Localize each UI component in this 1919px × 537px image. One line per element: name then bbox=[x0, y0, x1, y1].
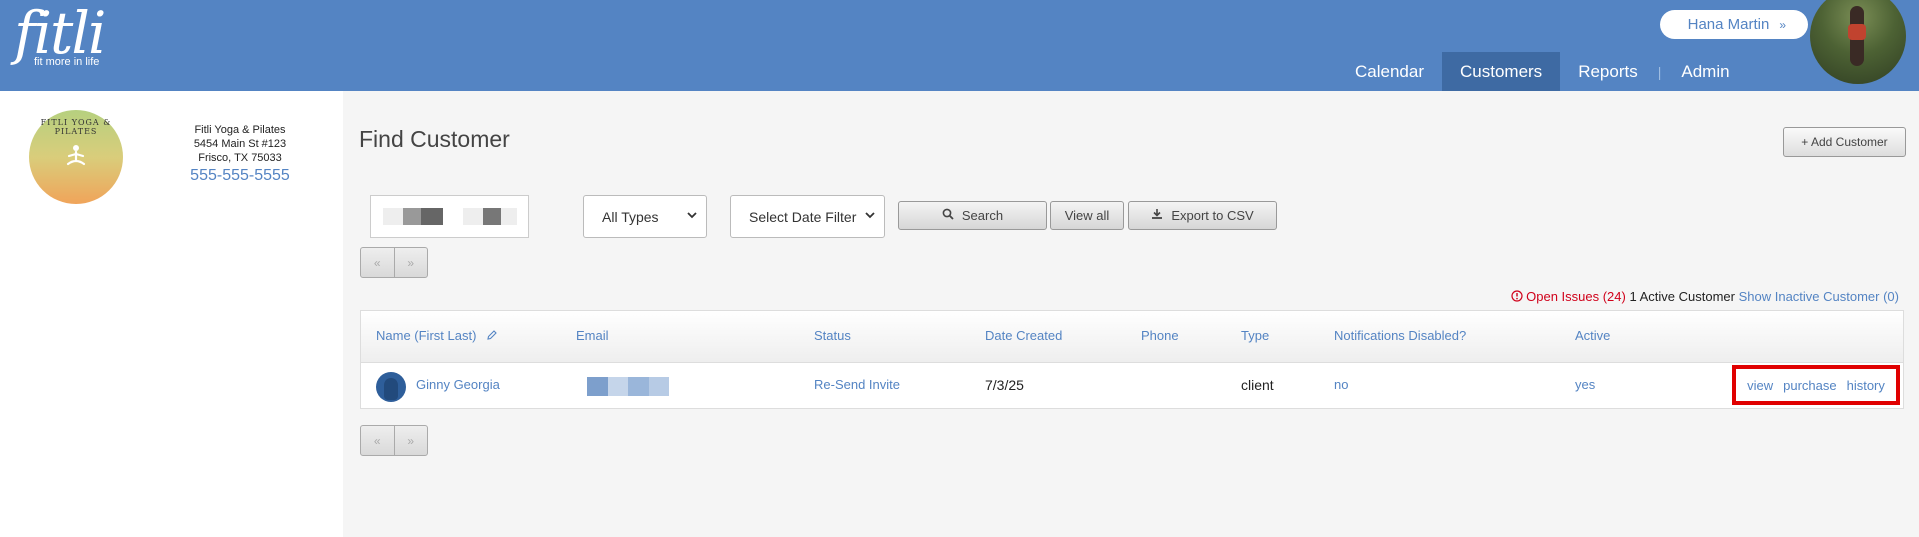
chevron-down-icon bbox=[686, 209, 698, 224]
resend-invite-link[interactable]: Re-Send Invite bbox=[814, 377, 900, 392]
customer-type: client bbox=[1241, 377, 1274, 393]
main-nav: Calendar Customers Reports | Admin bbox=[1337, 52, 1748, 91]
table-row: Ginny Georgia Re-Send Invite 7/3/25 clie… bbox=[360, 363, 1904, 409]
studio-address-line2: Frisco, TX 75033 bbox=[198, 152, 282, 164]
customer-notifications-disabled: no bbox=[1334, 377, 1349, 392]
active-customer-count: 1 Active Customer bbox=[1629, 289, 1735, 304]
export-button-label: Export to CSV bbox=[1171, 208, 1254, 223]
redacted-block bbox=[383, 208, 403, 225]
history-link[interactable]: history bbox=[1847, 378, 1885, 393]
open-issues-link[interactable]: Open Issues (24) bbox=[1526, 289, 1626, 304]
alert-circle-icon bbox=[1510, 289, 1527, 304]
nav-tab-reports[interactable]: Reports bbox=[1560, 52, 1656, 91]
column-header-status[interactable]: Status bbox=[814, 328, 851, 343]
user-name: Hana Martin bbox=[1687, 16, 1770, 33]
logo-tagline: fit more in life bbox=[34, 56, 100, 68]
column-header-name[interactable]: Name (First Last) bbox=[376, 328, 498, 343]
redacted-block bbox=[421, 208, 443, 225]
studio-address-line1: 5454 Main St #123 bbox=[193, 138, 287, 150]
download-icon bbox=[1151, 208, 1163, 223]
redacted-block bbox=[501, 208, 517, 225]
pencil-icon[interactable] bbox=[480, 328, 498, 343]
avatar-figure-top bbox=[1848, 24, 1866, 40]
search-button[interactable]: Search bbox=[898, 201, 1047, 230]
date-filter-value: Select Date Filter bbox=[749, 208, 857, 225]
customer-email-redacted bbox=[587, 377, 669, 396]
chevron-down-icon: » bbox=[1779, 17, 1786, 32]
view-all-button[interactable]: View all bbox=[1050, 201, 1124, 230]
search-button-label: Search bbox=[961, 208, 1004, 223]
column-header-phone[interactable]: Phone bbox=[1141, 328, 1179, 343]
pager-top: « » bbox=[360, 247, 428, 278]
purchase-link[interactable]: purchase bbox=[1783, 378, 1836, 393]
pager-next-button[interactable]: » bbox=[395, 426, 428, 455]
view-customer-link[interactable]: view bbox=[1747, 378, 1773, 393]
pager-prev-button[interactable]: « bbox=[361, 426, 395, 455]
column-header-date-created[interactable]: Date Created bbox=[985, 328, 1062, 343]
customer-summary: Open Issues (24) 1 Active Customer Show … bbox=[1510, 289, 1899, 304]
studio-phone[interactable]: 555-555-5555 bbox=[160, 168, 320, 184]
nav-tab-customers[interactable]: Customers bbox=[1442, 52, 1561, 91]
customer-avatar bbox=[376, 372, 406, 402]
customer-active: yes bbox=[1575, 377, 1596, 392]
column-header-notifications[interactable]: Notifications Disabled? bbox=[1334, 328, 1466, 343]
search-icon bbox=[942, 208, 954, 223]
pager-prev-button[interactable]: « bbox=[361, 248, 395, 277]
studio-logo-text: FITLI YOGA & PILATES bbox=[40, 118, 112, 136]
main-panel: Find Customer + Add Customer All Types S… bbox=[343, 91, 1919, 537]
studio-name: Fitli Yoga & Pilates bbox=[194, 124, 286, 136]
column-header-name-label: Name (First Last) bbox=[376, 328, 477, 343]
page-title: Find Customer bbox=[359, 126, 510, 152]
show-inactive-link[interactable]: Show Inactive Customer (0) bbox=[1739, 289, 1899, 304]
chevron-down-icon bbox=[864, 209, 876, 224]
user-avatar[interactable] bbox=[1810, 0, 1906, 84]
customer-search-input[interactable] bbox=[370, 195, 529, 238]
redacted-block bbox=[483, 208, 501, 225]
pager-next-button[interactable]: » bbox=[395, 248, 428, 277]
customer-type-value: All Types bbox=[602, 208, 659, 225]
add-customer-button[interactable]: + Add Customer bbox=[1783, 127, 1906, 157]
meditation-icon bbox=[66, 145, 86, 166]
column-header-active[interactable]: Active bbox=[1575, 328, 1610, 343]
studio-logo: FITLI YOGA & PILATES bbox=[29, 110, 123, 204]
row-actions-highlight: view purchase history bbox=[1732, 365, 1900, 405]
column-header-email[interactable]: Email bbox=[576, 328, 609, 343]
customer-type-select[interactable]: All Types bbox=[583, 195, 707, 238]
table-header-row: Name (First Last) Email Status Date Crea… bbox=[360, 310, 1904, 363]
fitli-logo[interactable]: fitli fit more in life bbox=[14, 0, 106, 68]
nav-separator: | bbox=[1657, 63, 1662, 80]
redacted-block bbox=[463, 208, 483, 225]
redacted-block bbox=[403, 208, 421, 225]
nav-tab-admin[interactable]: Admin bbox=[1663, 52, 1747, 91]
logo-wordmark: fitli bbox=[14, 0, 106, 67]
top-bar: fitli fit more in life Hana Martin » Cal… bbox=[0, 0, 1919, 91]
column-header-type[interactable]: Type bbox=[1241, 328, 1269, 343]
nav-tab-calendar[interactable]: Calendar bbox=[1337, 52, 1442, 91]
export-csv-button[interactable]: Export to CSV bbox=[1128, 201, 1277, 230]
customer-name-link[interactable]: Ginny Georgia bbox=[416, 377, 500, 392]
date-filter-select[interactable]: Select Date Filter bbox=[730, 195, 885, 238]
user-menu[interactable]: Hana Martin » bbox=[1660, 10, 1808, 39]
studio-info: Fitli Yoga & Pilates 5454 Main St #123 F… bbox=[160, 123, 320, 184]
pager-bottom: « » bbox=[360, 425, 428, 456]
customer-date-created: 7/3/25 bbox=[985, 377, 1024, 393]
